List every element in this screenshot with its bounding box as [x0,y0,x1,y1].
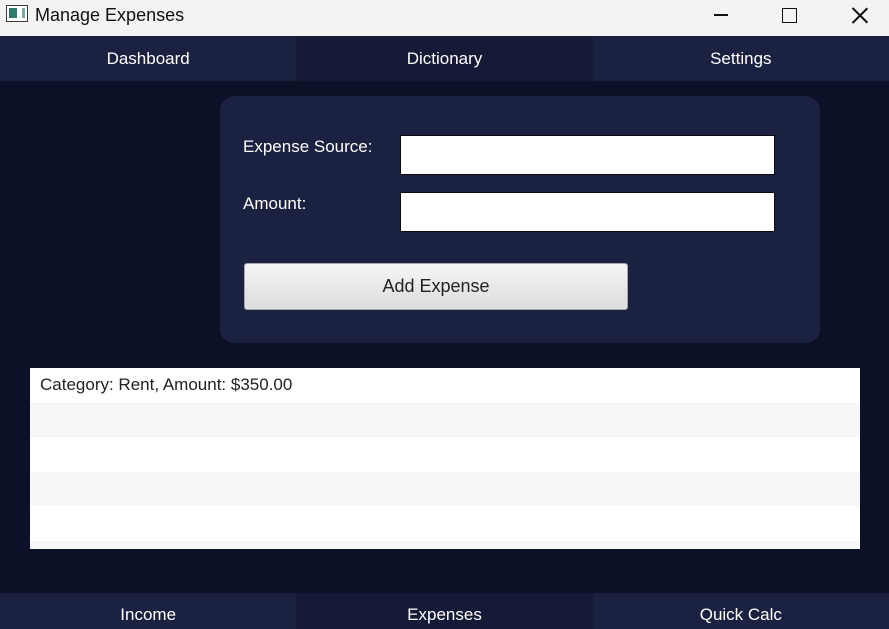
maximize-icon [781,7,797,23]
list-item[interactable] [30,437,860,472]
tab-quick-calc[interactable]: Quick Calc [592,593,889,629]
list-item[interactable] [30,540,860,549]
tab-expenses[interactable]: Expenses [296,593,593,629]
expense-form: Expense Source: Amount: Add Expense [220,96,820,343]
tab-dashboard[interactable]: Dashboard [0,36,297,81]
list-item[interactable] [30,402,860,437]
minimize-icon [714,14,728,16]
window-title: Manage Expenses [35,5,185,25]
expense-source-label: Expense Source: [243,137,373,156]
tab-income[interactable]: Income [0,593,297,629]
close-button[interactable] [837,0,883,30]
tab-settings[interactable]: Settings [592,36,889,81]
app-window: Manage Expenses Dashboard Dictionary Set… [0,0,889,629]
list-item[interactable] [30,506,860,541]
top-nav: Dashboard Dictionary Settings [0,36,889,81]
list-item[interactable]: Category: Rent, Amount: $350.00 [30,368,860,403]
list-item[interactable] [30,471,860,506]
tab-dictionary[interactable]: Dictionary [296,36,593,81]
amount-label: Amount: [243,194,307,213]
expense-list[interactable]: Category: Rent, Amount: $350.00 [30,368,860,549]
amount-input[interactable] [400,192,775,232]
title-bar: Manage Expenses [0,0,889,36]
close-icon [851,6,869,24]
minimize-button[interactable] [698,0,744,30]
bottom-nav: Income Expenses Quick Calc [0,593,889,629]
add-expense-button[interactable]: Add Expense [244,263,628,310]
expense-source-input[interactable] [400,135,775,175]
app-icon [6,5,28,22]
maximize-button[interactable] [766,0,812,30]
